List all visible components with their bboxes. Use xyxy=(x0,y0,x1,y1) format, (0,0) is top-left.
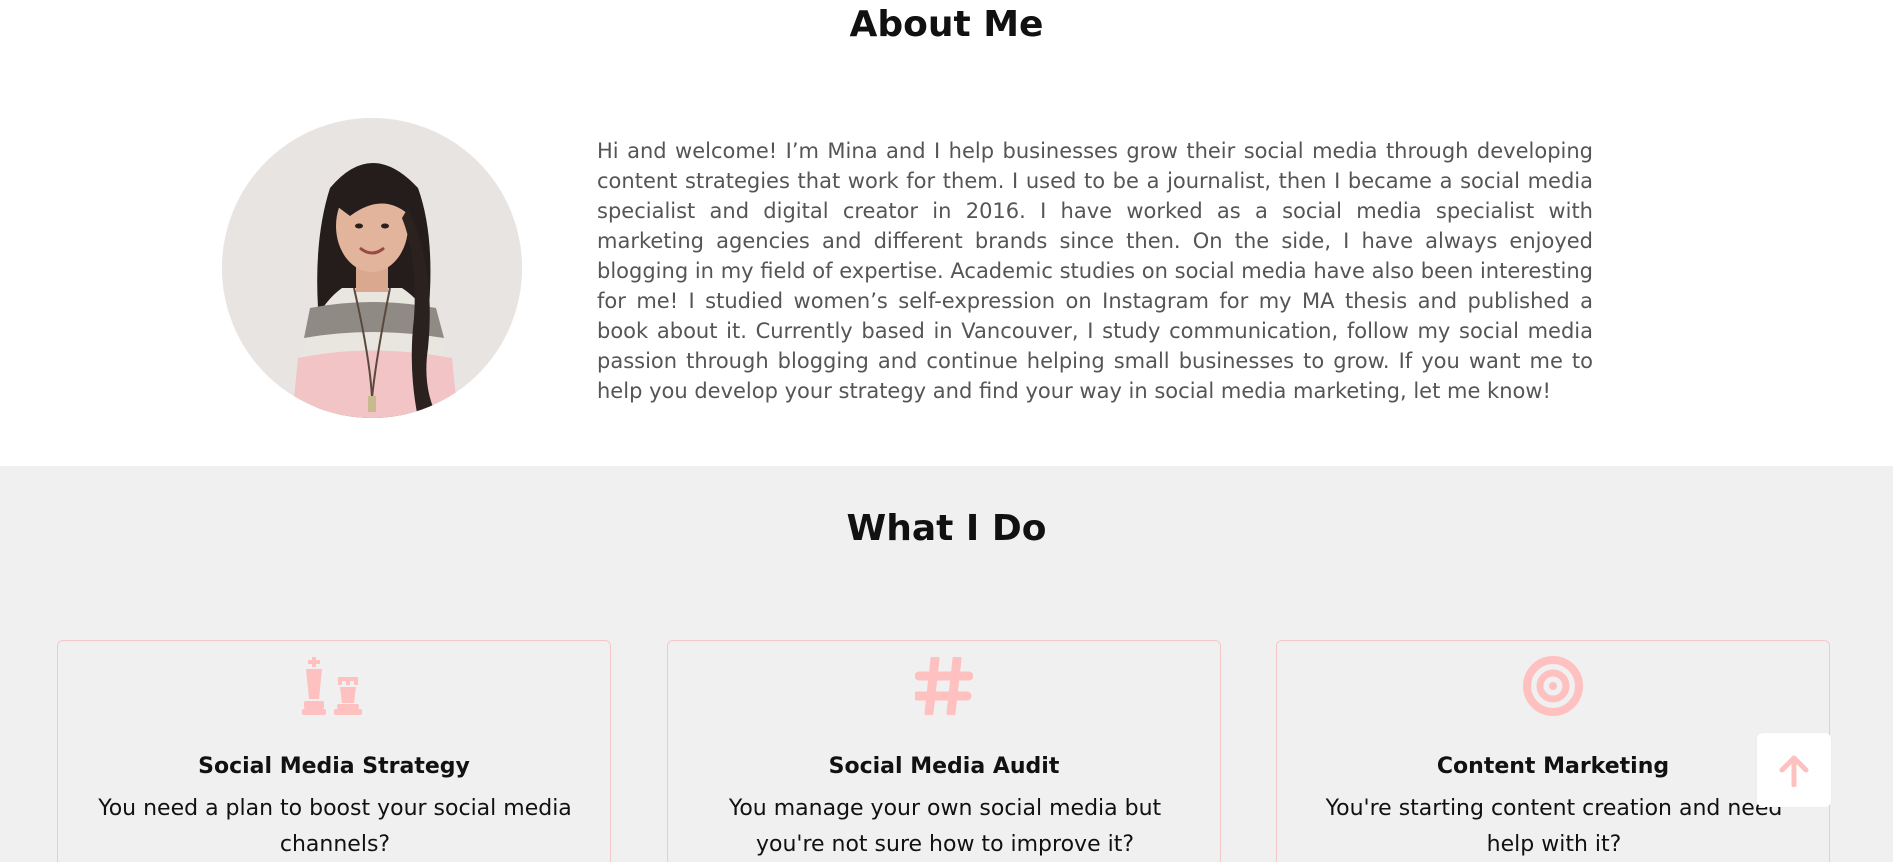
about-heading: About Me xyxy=(849,4,1044,45)
target-icon xyxy=(1277,655,1829,717)
profile-photo xyxy=(222,118,522,418)
service-card-audit[interactable]: Social Media Audit You manage your own s… xyxy=(667,640,1221,862)
about-paragraph: Hi and welcome! I’m Mina and I help busi… xyxy=(597,139,1593,403)
page: About Me Hi and welcome! I’m Mina and I … xyxy=(0,0,1893,862)
what-i-do-heading: What I Do xyxy=(846,508,1047,549)
service-card-strategy[interactable]: Social Media Strategy You need a plan to… xyxy=(57,640,611,862)
profile-photo-illustration xyxy=(222,118,522,418)
service-title: Social Media Strategy xyxy=(198,754,470,779)
service-title: Content Marketing xyxy=(1436,754,1670,779)
chess-icon xyxy=(58,655,610,717)
what-i-do-section: What I Do Social Media Strategy You need… xyxy=(0,466,1893,862)
service-title: Social Media Audit xyxy=(828,754,1060,779)
service-description: You're starting content creation and nee… xyxy=(1325,796,1783,857)
service-description: You need a plan to boost your social med… xyxy=(98,796,572,857)
about-section: About Me Hi and welcome! I’m Mina and I … xyxy=(0,0,1893,466)
scroll-to-top-button[interactable] xyxy=(1757,733,1831,807)
arrow-up-icon xyxy=(1779,755,1809,787)
service-description: You manage your own social media but you… xyxy=(728,796,1162,857)
service-card-content[interactable]: Content Marketing You're starting conten… xyxy=(1276,640,1830,862)
hashtag-icon xyxy=(668,655,1220,717)
